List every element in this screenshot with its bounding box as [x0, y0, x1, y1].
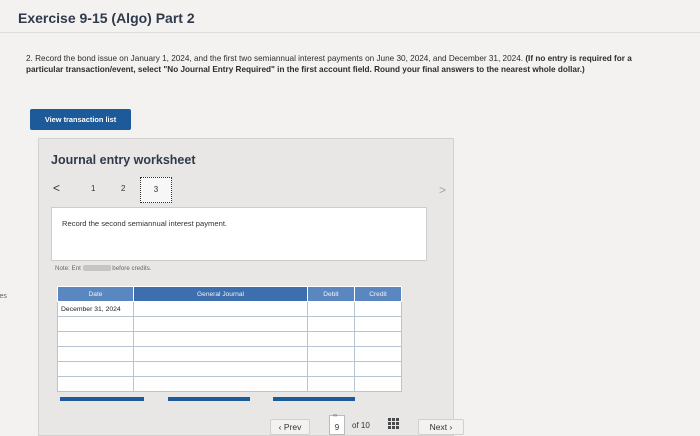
col-header-debit: Debit	[307, 286, 355, 302]
left-edge-text: ces	[0, 293, 7, 300]
note-text: Note: Ent before credits.	[55, 265, 151, 272]
account-cell[interactable]	[133, 361, 308, 377]
table-row	[57, 316, 402, 332]
debit-cell[interactable]	[307, 346, 355, 362]
credit-cell[interactable]	[354, 301, 402, 317]
col-header-general-journal: General Journal	[133, 286, 308, 302]
pager-prev-arrow[interactable]: <	[53, 181, 60, 195]
credit-cell[interactable]	[354, 376, 402, 392]
date-cell[interactable]	[57, 331, 134, 347]
debit-cell[interactable]	[307, 301, 355, 317]
chevron-right-icon: ›	[449, 422, 453, 432]
pager-page-2[interactable]: 2	[121, 184, 125, 193]
record-entry-button-partial[interactable]	[60, 397, 144, 401]
date-cell[interactable]: December 31, 2024	[57, 301, 134, 317]
journal-table: Date General Journal Debit Credit Decemb…	[57, 286, 402, 392]
page-total: of 10	[352, 421, 370, 430]
page-title: Exercise 9-15 (Algo) Part 2	[18, 10, 195, 26]
col-header-date: Date	[57, 286, 134, 302]
note-prefix: Note: Ent	[55, 265, 81, 272]
grid-view-icon[interactable]	[388, 418, 399, 429]
note-suffix: before credits.	[112, 265, 152, 272]
credit-cell[interactable]	[354, 331, 402, 347]
chevron-left-icon: ‹	[278, 422, 282, 432]
clear-entry-button-partial[interactable]	[168, 397, 250, 401]
view-general-journal-button-partial[interactable]	[273, 397, 355, 401]
account-cell[interactable]	[133, 316, 308, 332]
pager-page-1[interactable]: 1	[91, 184, 95, 193]
account-cell[interactable]	[133, 301, 308, 317]
prev-button[interactable]: ‹ Prev	[270, 419, 310, 435]
worksheet-title: Journal entry worksheet	[51, 153, 196, 167]
date-cell[interactable]	[57, 346, 134, 362]
debit-cell[interactable]	[307, 376, 355, 392]
instructions: 2. Record the bond issue on January 1, 2…	[26, 53, 641, 75]
table-row	[57, 376, 402, 392]
view-transaction-list-button[interactable]: View transaction list	[30, 109, 131, 130]
table-row: December 31, 2024	[57, 301, 402, 317]
col-header-credit: Credit	[354, 286, 402, 302]
record-instruction-text: Record the second semiannual interest pa…	[62, 219, 228, 228]
note-obscured	[82, 265, 111, 272]
date-cell[interactable]	[57, 361, 134, 377]
account-cell[interactable]	[133, 331, 308, 347]
debit-cell[interactable]	[307, 361, 355, 377]
table-row	[57, 346, 402, 362]
debit-cell[interactable]	[307, 331, 355, 347]
credit-cell[interactable]	[354, 316, 402, 332]
next-label: Next	[429, 422, 448, 432]
credit-cell[interactable]	[354, 361, 402, 377]
next-button[interactable]: Next ›	[418, 419, 464, 435]
table-row	[57, 331, 402, 347]
debit-cell[interactable]	[307, 316, 355, 332]
pager-page-3-active[interactable]: 3	[140, 177, 172, 203]
record-instruction-box: Record the second semiannual interest pa…	[51, 207, 427, 261]
link-icon: ∞	[333, 413, 338, 419]
journal-entry-worksheet: Journal entry worksheet < 1 2 3 > Record…	[38, 138, 454, 436]
account-cell[interactable]	[133, 346, 308, 362]
current-page-number: 9	[334, 423, 340, 432]
table-row	[57, 361, 402, 377]
credit-cell[interactable]	[354, 346, 402, 362]
header-divider	[0, 32, 700, 33]
date-cell[interactable]	[57, 316, 134, 332]
instructions-text: 2. Record the bond issue on January 1, 2…	[26, 54, 526, 63]
prev-label: Prev	[283, 422, 302, 432]
pager-next-arrow[interactable]: >	[439, 183, 446, 197]
worksheet-pager: < 1 2 3 >	[53, 177, 453, 207]
date-cell[interactable]	[57, 376, 134, 392]
account-cell[interactable]	[133, 376, 308, 392]
